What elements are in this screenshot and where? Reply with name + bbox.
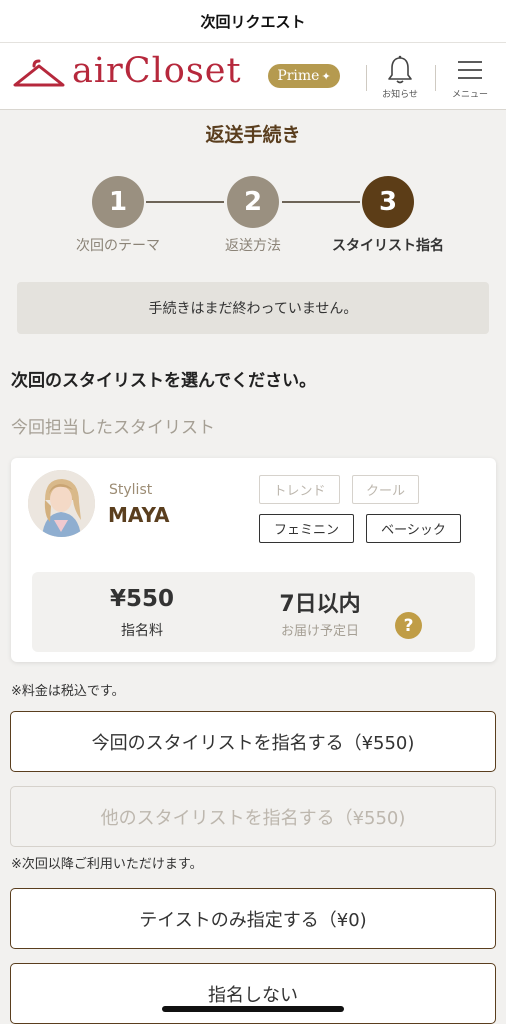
question-icon[interactable]: ?: [395, 612, 422, 639]
step-2: 2 返送方法: [183, 176, 323, 255]
delivery-estimate-label: お届け予定日: [280, 624, 359, 639]
notifications-button[interactable]: お知らせ: [374, 55, 426, 105]
taste-tag-cool: クール: [352, 475, 419, 504]
app-header: airCloset Prime ✦ お知らせ メニュー: [0, 42, 506, 110]
stylist-info-box: ¥550 指名料 7日以内 お届け予定日 ?: [32, 572, 475, 652]
step-3: 3 スタイリスト指名: [318, 176, 458, 255]
hanger-logo-icon: [13, 59, 65, 87]
menu-button[interactable]: メニュー: [444, 55, 496, 105]
taste-tag-feminine: フェミニン: [259, 514, 354, 543]
next-time-note: ※次回以降ご利用いただけます。: [11, 857, 203, 872]
notifications-label: お知らせ: [382, 90, 418, 100]
designate-current-stylist-button[interactable]: 今回のスタイリストを指名する（¥550): [10, 711, 496, 772]
hamburger-menu-icon: [458, 61, 482, 79]
step-number: 1: [92, 176, 144, 228]
main-content: 返送手続き 1 次回のテーマ 2 返送方法 3 スタイリスト指名 手続きはまだ終…: [0, 110, 506, 1024]
taste-tag-basic: ベーシック: [366, 514, 461, 543]
incomplete-notice: 手続きはまだ終わっていません。: [17, 282, 489, 334]
designation-fee-label: 指名料: [121, 623, 163, 639]
step-number: 2: [227, 176, 279, 228]
designate-other-stylist-button[interactable]: 他のスタイリストを指名する（¥550): [10, 786, 496, 847]
taste-tag-trend: トレンド: [259, 475, 340, 504]
current-stylist-heading: 今回担当したスタイリスト: [11, 418, 215, 438]
screen-title: 次回リクエスト: [200, 12, 306, 31]
sparkle-icon: ✦: [321, 69, 331, 83]
brand-logo[interactable]: airCloset: [72, 51, 242, 91]
stylist-avatar: [28, 470, 95, 537]
step-label: スタイリスト指名: [332, 238, 444, 254]
tax-note: ※料金は税込です。: [11, 684, 125, 699]
header-divider: [435, 65, 436, 91]
menu-label: メニュー: [451, 90, 488, 100]
no-designation-button[interactable]: 指名しない: [10, 963, 496, 1024]
home-indicator: [162, 1006, 344, 1012]
prime-label: Prime: [277, 68, 320, 84]
step-label: 返送方法: [225, 238, 281, 254]
step-1: 1 次回のテーマ: [48, 176, 188, 255]
stylist-card: Stylist MAYA トレンド クール フェミニン ベーシック ¥550 指…: [11, 458, 496, 662]
section-title: 次回のスタイリストを選んでください。: [11, 371, 317, 391]
step-number: 3: [362, 176, 414, 228]
header-divider: [366, 65, 367, 91]
stylist-name: MAYA: [108, 503, 170, 527]
designation-fee: ¥550: [109, 586, 174, 612]
delivery-estimate: 7日以内: [279, 592, 361, 617]
bell-icon: [388, 55, 412, 84]
step-label: 次回のテーマ: [76, 238, 160, 254]
prime-badge: Prime ✦: [268, 64, 340, 88]
screen-title-bar: 次回リクエスト: [0, 0, 506, 42]
progress-stepper: 1 次回のテーマ 2 返送方法 3 スタイリスト指名: [0, 176, 506, 256]
taste-only-button[interactable]: テイストのみ指定する（¥0): [10, 888, 496, 949]
stylist-caption: Stylist: [109, 482, 153, 498]
page-title: 返送手続き: [205, 124, 301, 146]
